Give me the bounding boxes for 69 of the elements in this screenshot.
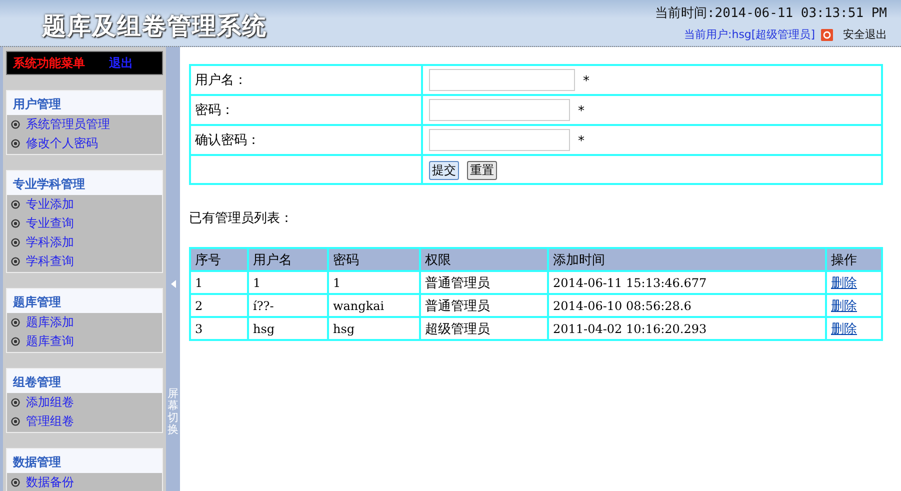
form-button[interactable]: 重置: [467, 161, 497, 180]
bullet-icon: [11, 257, 20, 266]
collapse-icon[interactable]: [170, 280, 176, 288]
required-mark: *: [578, 104, 584, 118]
table-cell: 2011-04-02 10:16:20.293: [548, 317, 826, 340]
table-cell: 1: [328, 271, 420, 294]
bullet-icon: [11, 478, 20, 487]
table-cell: 3: [190, 317, 248, 340]
menu-item[interactable]: 题库查询: [7, 332, 162, 351]
form-button[interactable]: 提交: [429, 161, 459, 180]
input-field[interactable]: [429, 69, 575, 91]
table-cell: hsg: [328, 317, 420, 340]
table-cell: hsg: [248, 317, 328, 340]
table-cell: 普通管理员: [420, 271, 548, 294]
table-cell: wangkai: [328, 294, 420, 317]
menu-title: 系统功能菜单: [13, 54, 85, 72]
column-header: 添加时间: [548, 248, 826, 271]
field-label: 用户名：: [190, 65, 422, 95]
bullet-icon: [11, 398, 20, 407]
bullet-icon: [11, 139, 20, 148]
group-title: 数据管理: [7, 449, 162, 473]
menu-item[interactable]: 系统管理员管理: [7, 115, 162, 134]
bullet-icon: [11, 238, 20, 247]
table-cell: 1: [190, 271, 248, 294]
menu-item[interactable]: 专业查询: [7, 214, 162, 233]
column-header: 权限: [420, 248, 548, 271]
field-label: 确认密码：: [190, 125, 422, 155]
table-cell: 2: [190, 294, 248, 317]
menu-item[interactable]: 学科添加: [7, 233, 162, 252]
table-cell: 2014-06-10 08:56:28.6: [548, 294, 826, 317]
current-time: 当前时间:2014-06-11 03:13:51 PM: [654, 5, 887, 22]
bullet-icon: [11, 219, 20, 228]
bullet-icon: [11, 120, 20, 129]
group-title: 题库管理: [7, 289, 162, 313]
bullet-icon: [11, 200, 20, 209]
list-title: 已有管理员列表：: [189, 210, 294, 227]
input-field[interactable]: [429, 129, 570, 151]
group-title: 组卷管理: [7, 369, 162, 393]
table-cell: 1: [248, 271, 328, 294]
table-cell: 普通管理员: [420, 294, 548, 317]
table-cell: 2014-06-11 15:13:46.677: [548, 271, 826, 294]
column-header: 序号: [190, 248, 248, 271]
required-mark: *: [583, 74, 590, 88]
table-cell: í??-: [248, 294, 328, 317]
bullet-icon: [11, 417, 20, 426]
menu-item[interactable]: 添加组卷: [7, 393, 162, 412]
column-header: 用户名: [248, 248, 328, 271]
column-header: 操作: [826, 248, 882, 271]
menu-item[interactable]: 数据备份: [7, 473, 162, 491]
menu-item[interactable]: 学科查询: [7, 252, 162, 271]
field-label: 密码：: [190, 95, 422, 125]
menu-item[interactable]: 专业添加: [7, 195, 162, 214]
bullet-icon: [11, 337, 20, 346]
group-title: 用户管理: [7, 91, 162, 115]
power-icon[interactable]: [821, 28, 833, 40]
menu-item[interactable]: 修改个人密码: [7, 134, 162, 153]
menu-item[interactable]: 管理组卷: [7, 412, 162, 431]
current-user: 当前用户:hsg[超级管理员]: [684, 27, 815, 42]
table-cell: 超级管理员: [420, 317, 548, 340]
toggle-label: 屏幕切换: [168, 388, 178, 436]
logout-link[interactable]: 安全退出: [843, 27, 887, 42]
exit-link[interactable]: 退出: [109, 54, 133, 72]
column-header: 密码: [328, 248, 420, 271]
input-field[interactable]: [429, 99, 570, 121]
bullet-icon: [11, 318, 20, 327]
app-title: 题库及组卷管理系统: [42, 11, 267, 42]
group-title: 专业学科管理: [7, 171, 162, 195]
menu-item[interactable]: 题库添加: [7, 313, 162, 332]
required-mark: *: [578, 134, 584, 148]
